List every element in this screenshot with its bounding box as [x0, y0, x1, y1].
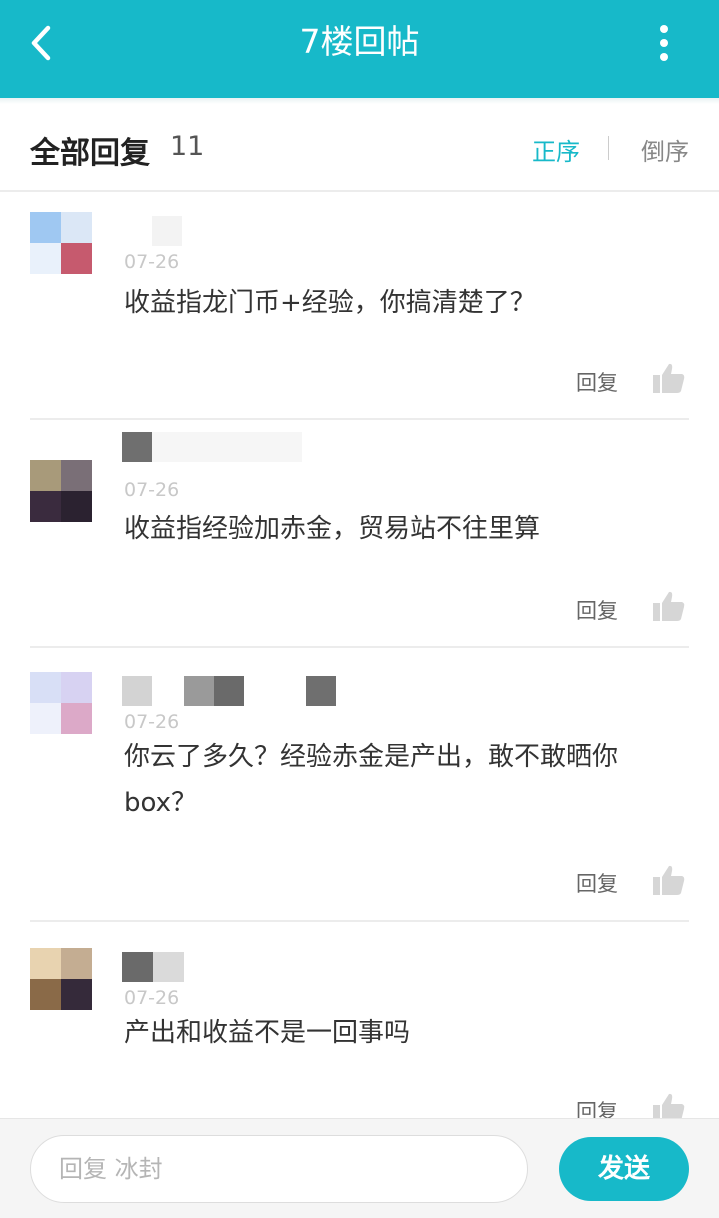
avatar-tile [30, 703, 61, 734]
avatar-tile [61, 212, 92, 243]
username-redacted-block [244, 676, 274, 706]
divider [30, 920, 689, 922]
username-redacted-block [214, 676, 244, 706]
username-redacted-block [122, 952, 153, 982]
reply-item: 07-26 产出和收益不是一回事吗 回复 [0, 948, 719, 1124]
reply-date: 07-26 [124, 987, 180, 1009]
reply-button[interactable]: 回复 [576, 868, 618, 898]
page-title: 7楼回帖 [299, 22, 420, 61]
reply-content: 你云了多久？经验赤金是产出，敢不敢晒你box？ [124, 742, 619, 818]
username-redacted-block [274, 676, 306, 706]
avatar-tile [61, 460, 92, 491]
reply-composer: 发送 [0, 1118, 719, 1218]
avatar[interactable] [30, 672, 92, 734]
avatar[interactable] [30, 948, 92, 1010]
sort-ascending-button[interactable]: 正序 [532, 132, 580, 167]
avatar-tile [30, 460, 61, 491]
username[interactable] [122, 432, 302, 462]
avatar-tile [61, 948, 92, 979]
avatar-tile [30, 672, 61, 703]
username[interactable] [122, 676, 336, 706]
avatar-tile [30, 243, 61, 274]
reply-content: 收益指经验加赤金，贸易站不往里算 [124, 514, 541, 544]
reply-date: 07-26 [124, 711, 180, 733]
reply-content: 产出和收益不是一回事吗 [124, 1018, 411, 1048]
avatar-tile [61, 243, 92, 274]
avatar[interactable] [30, 212, 92, 274]
avatar[interactable] [30, 460, 92, 522]
more-vertical-icon[interactable] [650, 24, 678, 62]
username[interactable] [122, 216, 182, 246]
username-redacted-block [152, 216, 182, 246]
avatar-tile [30, 491, 61, 522]
reply-item: 07-26 你云了多久？经验赤金是产出，敢不敢晒你box？ 回复 [0, 672, 719, 922]
divider [30, 418, 689, 420]
reply-date: 07-26 [124, 479, 180, 501]
username[interactable] [122, 952, 184, 982]
sort-bar: 全部回复 11 正序 倒序 [0, 104, 719, 192]
all-replies-heading: 全部回复 [30, 136, 150, 171]
reply-count: 11 [170, 131, 205, 162]
reply-item: 07-26 收益指龙门币+经验，你搞清楚了？ 回复 [0, 212, 719, 422]
sort-divider [608, 136, 609, 160]
username-redacted-block [122, 676, 152, 706]
avatar-tile [30, 948, 61, 979]
avatar-tile [61, 491, 92, 522]
avatar-tile [30, 979, 61, 1010]
avatar-tile [30, 212, 61, 243]
reply-button[interactable]: 回复 [576, 595, 618, 625]
reply-button[interactable]: 回复 [576, 367, 618, 397]
avatar-tile [61, 672, 92, 703]
avatar-tile [61, 703, 92, 734]
username-redacted-block [184, 676, 214, 706]
sort-descending-button[interactable]: 倒序 [641, 132, 689, 167]
thumbs-up-icon[interactable] [652, 590, 686, 622]
username-redacted-block [153, 952, 184, 982]
username-redacted-block [306, 676, 336, 706]
username-redacted-block [152, 432, 302, 462]
reply-date: 07-26 [124, 251, 180, 273]
username-redacted-block [152, 676, 184, 706]
username-redacted-block [122, 216, 152, 246]
top-bar: 7楼回帖 [0, 0, 719, 98]
avatar-tile [61, 979, 92, 1010]
reply-input[interactable] [30, 1135, 528, 1203]
thumbs-up-icon[interactable] [652, 362, 686, 394]
username-redacted-block [122, 432, 152, 462]
divider [30, 646, 689, 648]
send-button[interactable]: 发送 [559, 1137, 689, 1201]
reply-content: 收益指龙门币+经验，你搞清楚了？ [124, 288, 536, 318]
thumbs-up-icon[interactable] [652, 864, 686, 896]
reply-item: 07-26 收益指经验加赤金，贸易站不往里算 回复 [0, 432, 719, 650]
